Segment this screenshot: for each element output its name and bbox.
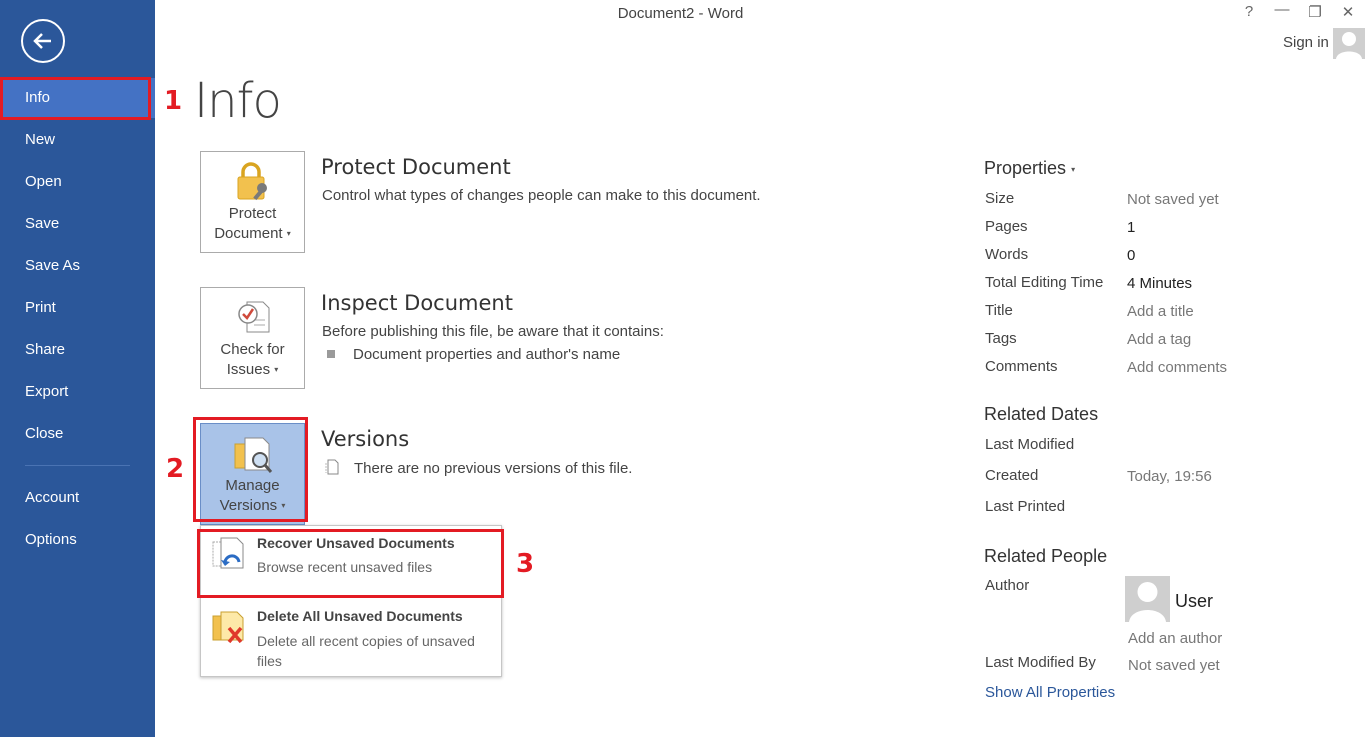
add-author-input[interactable]: Add an author: [1128, 630, 1222, 647]
delete-all-unsaved-documents-item[interactable]: Delete All Unsaved Documents Delete all …: [201, 600, 501, 676]
related-dates-heading: Related Dates: [984, 404, 1099, 424]
delete-item-description: Delete all recent copies of unsaved file…: [257, 633, 475, 669]
chevron-down-icon: ▾: [286, 229, 291, 239]
protect-title: Protect Document: [321, 155, 511, 179]
user-avatar-icon[interactable]: [1333, 28, 1365, 59]
page-title: Info: [194, 73, 282, 129]
nav-options[interactable]: Options: [0, 520, 155, 560]
annotation-box-manage-versions: [193, 417, 308, 522]
prop-title-input[interactable]: Add a title: [1127, 303, 1194, 320]
protect-description: Control what types of changes people can…: [322, 187, 761, 204]
author-avatar-icon: [1125, 576, 1170, 622]
check-button-label-2-text: Issues: [226, 361, 271, 378]
versions-title: Versions: [321, 427, 410, 451]
protect-button-label-1: Protect: [228, 205, 277, 222]
protect-button-label-2-text: Document: [214, 225, 283, 242]
version-document-icon: [325, 459, 339, 475]
annotation-number-1: 1: [164, 86, 183, 116]
check-for-issues-button[interactable]: Check for Issues ▾: [200, 287, 305, 389]
prop-title-label: Title: [985, 302, 1013, 319]
nav-new[interactable]: New: [0, 120, 155, 160]
window-title: Document2 - Word: [0, 5, 1365, 22]
show-all-properties-link[interactable]: Show All Properties: [985, 684, 1115, 701]
inspect-document-icon: [238, 301, 270, 333]
window-title-text: Document2 - Word: [617, 5, 744, 22]
lock-key-icon: [237, 162, 267, 201]
check-button-label-1: Check for: [220, 341, 285, 358]
chevron-down-icon: ▾: [1071, 164, 1076, 174]
annotation-number-2: 2: [166, 454, 185, 484]
nav-divider: [25, 465, 130, 466]
created-label: Created: [985, 467, 1039, 484]
nav-export[interactable]: Export: [0, 372, 155, 412]
annotation-box-info: [0, 77, 151, 120]
delete-document-icon: [212, 611, 244, 644]
prop-editing-time-value: 4 Minutes: [1127, 275, 1193, 292]
nav-open[interactable]: Open: [0, 162, 155, 202]
properties-heading[interactable]: Properties ▾: [984, 158, 1075, 179]
delete-item-title: Delete All Unsaved Documents: [257, 608, 463, 624]
bullet-square-icon: [327, 350, 335, 358]
nav-print[interactable]: Print: [0, 288, 155, 328]
inspect-bullet: Document properties and author's name: [353, 346, 621, 363]
chevron-down-icon: ▾: [274, 365, 279, 375]
nav-save-as[interactable]: Save As: [0, 246, 155, 286]
last-modified-by-value: Not saved yet: [1128, 657, 1220, 674]
prop-comments-input[interactable]: Add comments: [1127, 359, 1227, 376]
prop-words-value: 0: [1127, 247, 1136, 264]
last-modified-label: Last Modified: [985, 436, 1075, 453]
prop-tags-input[interactable]: Add a tag: [1127, 331, 1191, 348]
protect-button-label-2: Document ▾: [201, 224, 304, 244]
prop-editing-time-label: Total Editing Time: [985, 274, 1104, 291]
nav-save[interactable]: Save: [0, 204, 155, 244]
inspect-title: Inspect Document: [321, 291, 513, 315]
close-window-icon[interactable]: ✕: [1338, 3, 1358, 21]
prop-comments-label: Comments: [985, 358, 1058, 375]
annotation-number-3: 3: [516, 549, 535, 579]
related-people-heading: Related People: [984, 546, 1108, 566]
last-modified-by-label: Last Modified By: [985, 654, 1096, 671]
back-button[interactable]: [21, 19, 65, 63]
author-label: Author: [985, 577, 1030, 594]
nav-close[interactable]: Close: [0, 414, 155, 454]
prop-pages-label: Pages: [985, 218, 1028, 235]
annotation-box-recover: [197, 529, 504, 598]
inspect-description: Before publishing this file, be aware th…: [322, 323, 664, 340]
protect-document-button[interactable]: Protect Document ▾: [200, 151, 305, 253]
help-icon[interactable]: ?: [1239, 3, 1259, 20]
prop-size-value: Not saved yet: [1127, 191, 1219, 208]
nav-share[interactable]: Share: [0, 330, 155, 370]
back-arrow-icon: [33, 33, 51, 49]
versions-description: There are no previous versions of this f…: [354, 460, 633, 477]
prop-tags-label: Tags: [985, 330, 1017, 347]
prop-size-label: Size: [985, 190, 1015, 207]
last-printed-label: Last Printed: [985, 498, 1066, 515]
sign-in-link[interactable]: Sign in: [1283, 34, 1329, 51]
restore-icon[interactable]: ❐: [1305, 3, 1325, 21]
prop-pages-value: 1: [1127, 219, 1136, 236]
check-button-label-2: Issues ▾: [201, 360, 304, 380]
created-value: Today, 19:56: [1127, 468, 1212, 485]
prop-words-label: Words: [985, 246, 1029, 263]
author-name[interactable]: User: [1175, 591, 1213, 612]
properties-heading-text: Properties: [984, 158, 1067, 178]
minimize-icon[interactable]: —: [1272, 1, 1292, 18]
nav-account[interactable]: Account: [0, 478, 155, 518]
